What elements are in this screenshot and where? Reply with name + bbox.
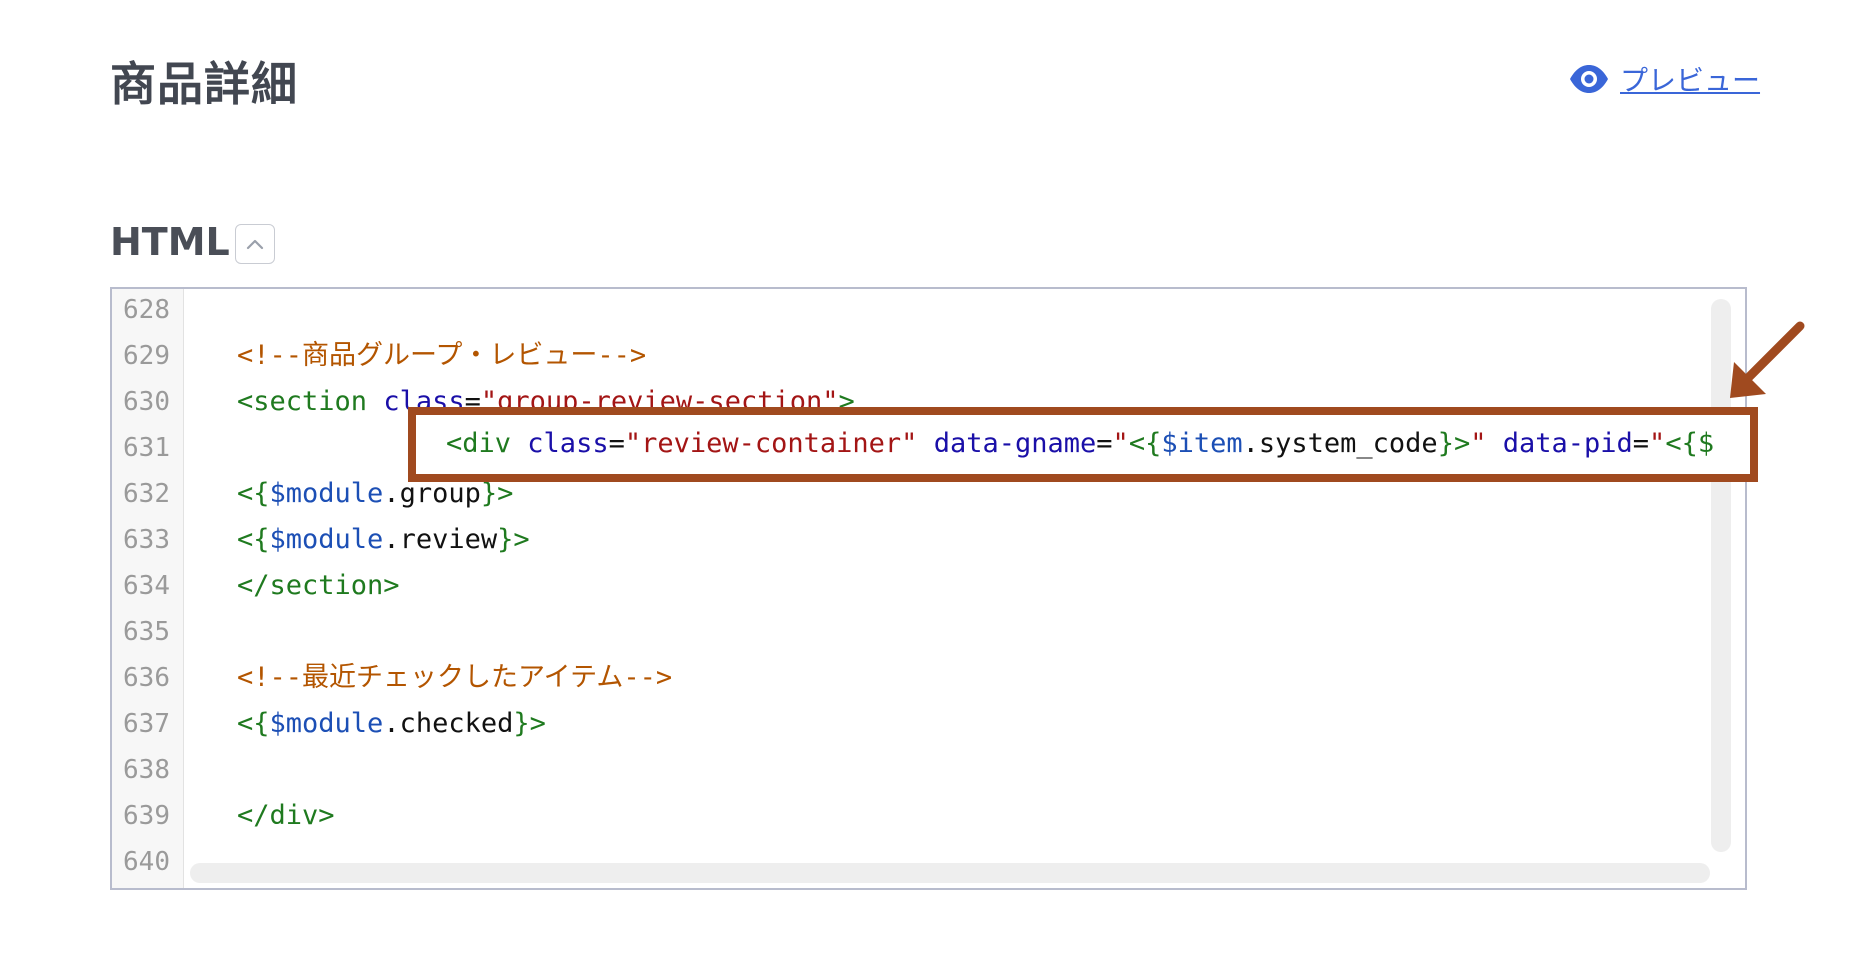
code-eq: = — [608, 428, 625, 459]
eye-icon — [1570, 65, 1608, 93]
code-comment: <!--商品グループ・レビュー--> — [237, 340, 647, 371]
annotation-highlight-box: <div class="review-container" data-gname… — [408, 407, 1758, 482]
code-attr: class — [527, 428, 609, 459]
preview-link[interactable]: プレビュー — [1568, 58, 1760, 100]
code-eq: = — [1632, 428, 1650, 459]
line-number: 638 — [123, 755, 170, 785]
code-line-636: <!--最近チェックしたアイテム--> — [237, 655, 672, 701]
line-number: 640 — [123, 847, 170, 877]
code-brace: <{ — [1128, 428, 1162, 459]
line-number: 632 — [123, 479, 170, 509]
line-number: 633 — [123, 525, 170, 555]
collapse-button[interactable] — [235, 224, 275, 264]
code-brace: <{ — [237, 524, 270, 555]
code-line-634: </section> — [237, 563, 400, 609]
code-string: "review-container" — [624, 428, 918, 459]
code-variable: $module — [269, 708, 384, 739]
line-number: 639 — [123, 801, 170, 831]
code-brace: }> — [513, 708, 546, 739]
code-brace: <{$ — [1665, 428, 1715, 459]
code-variable: $module — [269, 478, 384, 509]
page-title: 商品詳細 — [110, 57, 298, 111]
line-number: 628 — [123, 295, 170, 325]
code-tag: </section> — [237, 570, 400, 601]
code-property: .system_code — [1242, 428, 1438, 459]
code-line-631: <div class="review-container" data-gname… — [446, 421, 1714, 467]
code-line-629: <!--商品グループ・レビュー--> — [237, 333, 646, 379]
code-variable: $item — [1161, 428, 1243, 459]
code-string: " — [1649, 428, 1666, 459]
code-property: .group — [383, 478, 481, 509]
line-number: 636 — [123, 663, 170, 693]
code-string: " — [1470, 428, 1487, 459]
code-brace: <{ — [237, 478, 270, 509]
code-line-639: </div> — [237, 793, 335, 839]
line-number: 629 — [123, 341, 170, 371]
code-line-637: <{$module.checked}> — [237, 701, 546, 747]
chevron-up-icon — [246, 239, 264, 250]
code-attr: data-gname — [933, 428, 1097, 459]
code-variable: $module — [269, 524, 384, 555]
code-tag: <section — [237, 386, 368, 417]
code-string: " — [1112, 428, 1129, 459]
line-number: 634 — [123, 571, 170, 601]
code-brace: }> — [480, 478, 514, 509]
code-eq: = — [1096, 428, 1113, 459]
arrow-down-left-icon — [1730, 321, 1805, 398]
code-brace: }> — [1437, 428, 1471, 459]
code-property: .checked — [383, 708, 514, 739]
line-number: 635 — [123, 617, 170, 647]
code-line-633: <{$module.review}> — [237, 517, 530, 563]
code-brace: }> — [497, 524, 530, 555]
code-editor[interactable]: 628 629 630 631 632 633 634 635 636 637 … — [110, 287, 1747, 890]
code-property: .review — [383, 524, 498, 555]
code-tag: <div — [446, 428, 512, 459]
code-tag: </div> — [237, 800, 335, 831]
line-number-gutter: 628 629 630 631 632 633 634 635 636 637 … — [112, 289, 184, 888]
line-number: 637 — [123, 709, 170, 739]
code-attr: data-pid — [1502, 428, 1633, 459]
line-number: 630 — [123, 387, 170, 417]
section-label: HTML — [110, 220, 230, 264]
preview-link-label[interactable]: プレビュー — [1620, 59, 1760, 99]
code-comment: <!--最近チェックしたアイテム--> — [237, 662, 673, 693]
line-number: 631 — [123, 433, 170, 463]
code-brace: <{ — [237, 708, 270, 739]
horizontal-scrollbar[interactable] — [190, 863, 1710, 883]
